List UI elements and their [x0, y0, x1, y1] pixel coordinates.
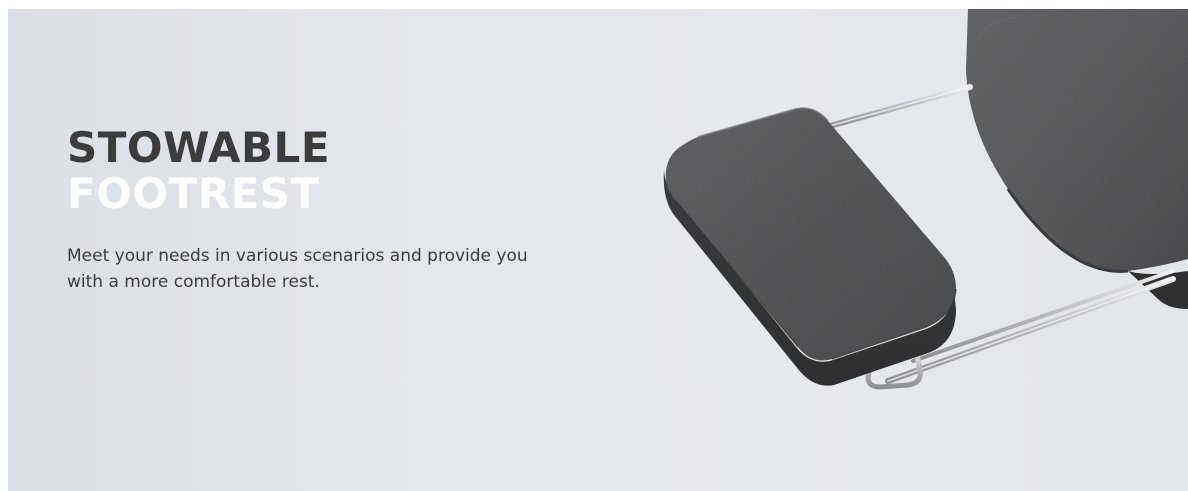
footrest-banner: STOWABLE FOOTREST Meet your needs in var… [8, 9, 1188, 491]
footrest-photo [663, 9, 1188, 390]
